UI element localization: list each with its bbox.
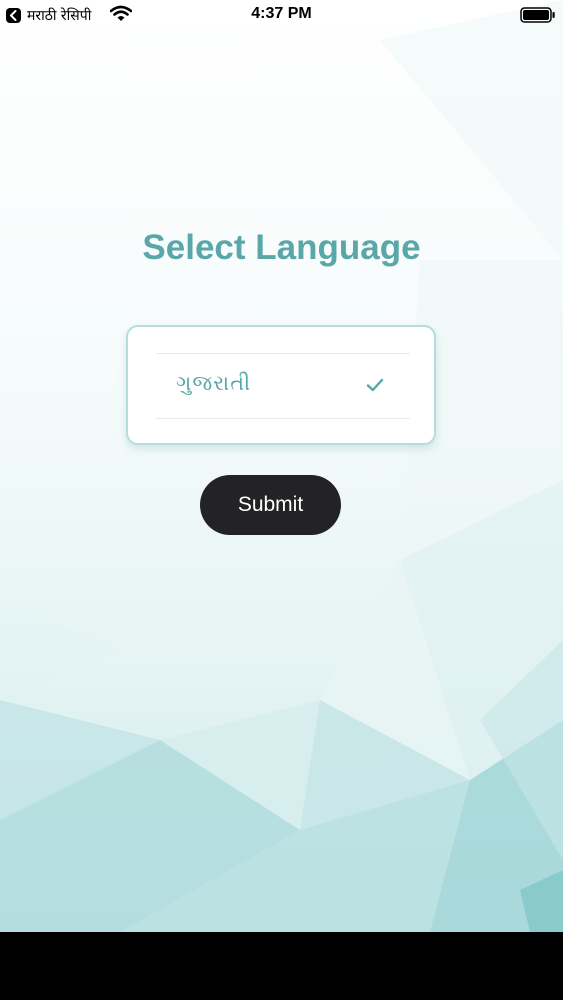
app-screen bbox=[0, 0, 563, 932]
bottom-bar bbox=[0, 932, 563, 1000]
status-bar: मराठी रेसिपी 4:37 PM bbox=[0, 0, 563, 30]
submit-button[interactable]: Submit bbox=[200, 475, 341, 535]
battery-icon bbox=[520, 7, 556, 28]
checkmark-icon bbox=[366, 378, 384, 397]
language-option-label: ગુજરાતી bbox=[176, 371, 252, 395]
language-list: ગુજરાતી bbox=[126, 325, 436, 445]
page-title: Select Language bbox=[142, 228, 421, 267]
status-time: 4:37 PM bbox=[251, 5, 312, 22]
language-option[interactable]: ગુજરાતી bbox=[156, 354, 410, 418]
background-polygons bbox=[0, 0, 563, 932]
divider bbox=[156, 418, 410, 419]
